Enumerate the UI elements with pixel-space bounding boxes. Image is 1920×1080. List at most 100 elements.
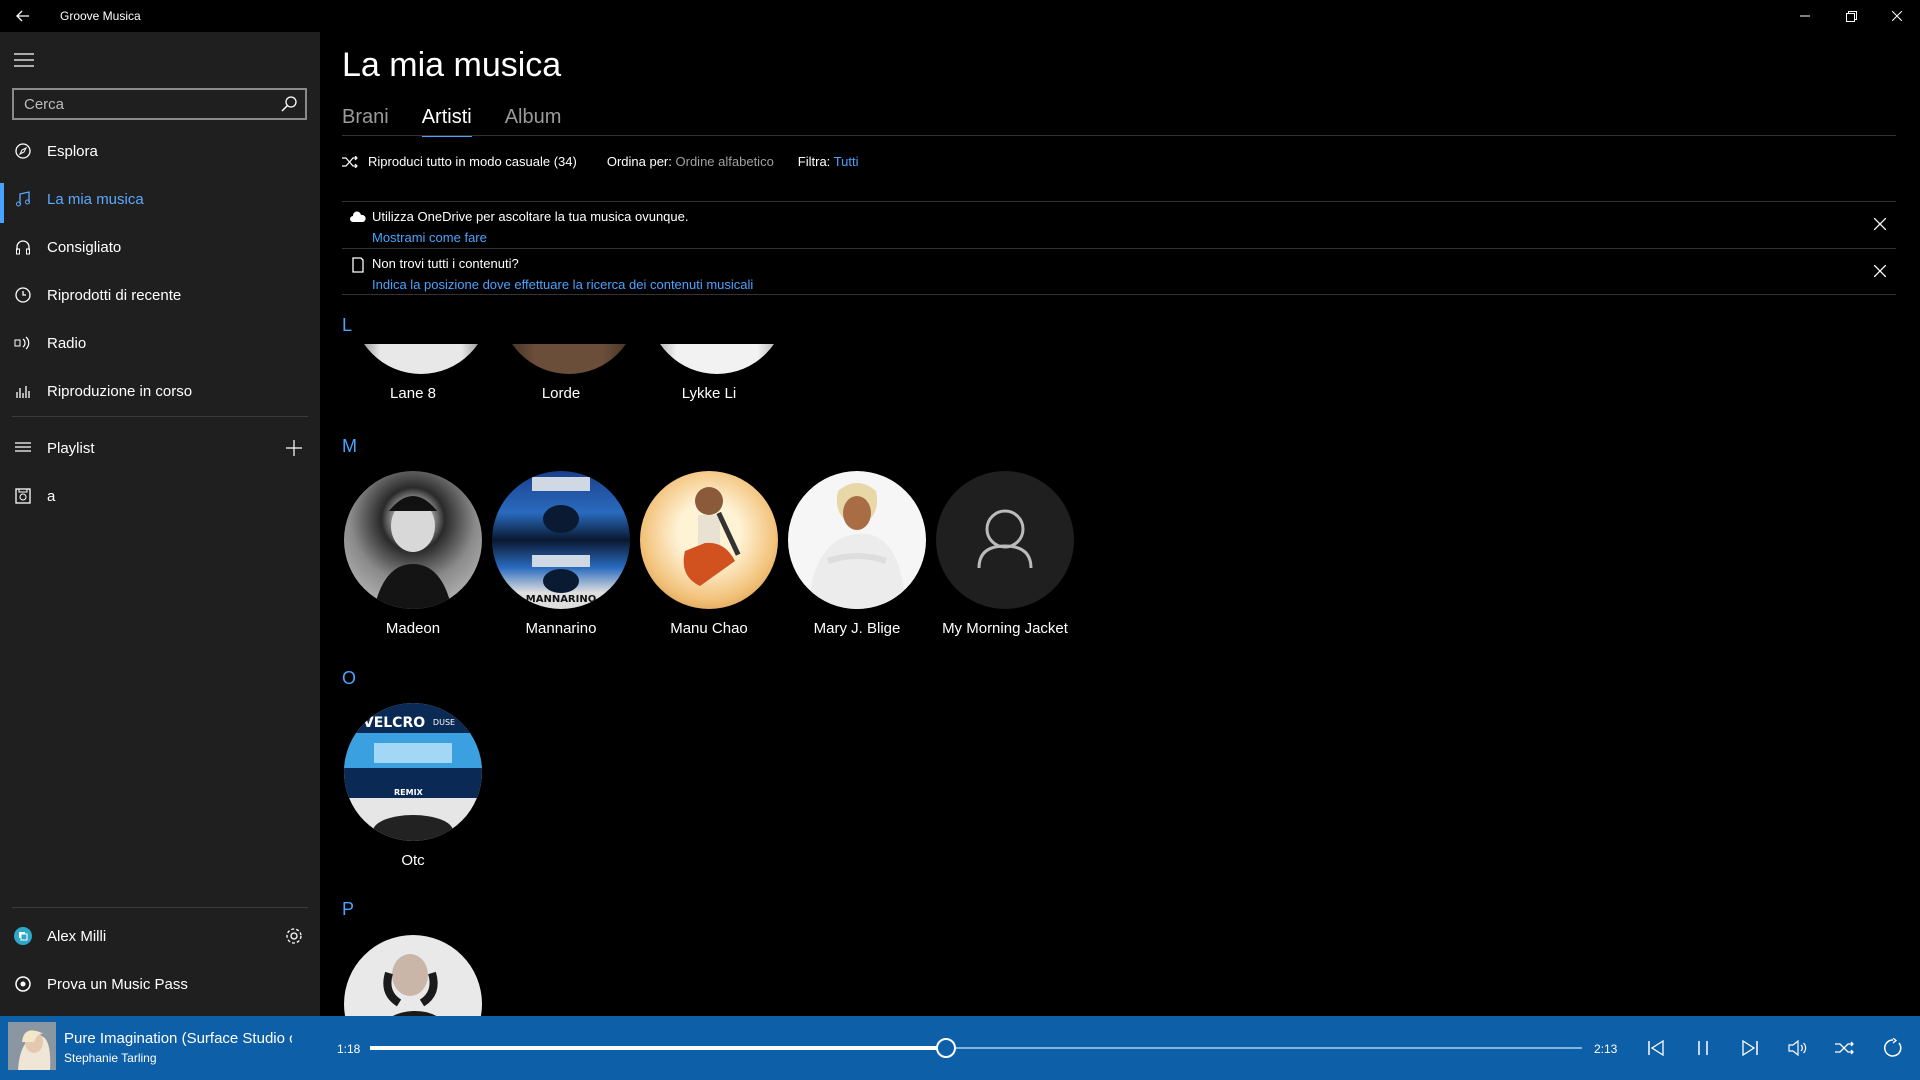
- artist-tile-manu-chao[interactable]: Manu Chao: [638, 471, 780, 637]
- close-window-button[interactable]: [1874, 0, 1920, 32]
- close-icon: [1874, 218, 1886, 230]
- track-title[interactable]: Pure Imagination (Surface Studio c: [64, 1030, 292, 1047]
- filter-dropdown[interactable]: Filtra: Tutti: [798, 154, 859, 169]
- seek-bar-handle[interactable]: [935, 1038, 956, 1058]
- notice-text: Utilizza OneDrive per ascoltare la tua m…: [372, 209, 689, 224]
- filter-value: Tutti: [833, 154, 859, 169]
- artist-photo[interactable]: [500, 344, 638, 374]
- sidebar-item-label: Consigliato: [47, 238, 122, 256]
- now-playing-artwork[interactable]: [8, 1022, 56, 1070]
- notice-link[interactable]: Indica la posizione dove effettuare la r…: [372, 277, 753, 292]
- album-art-text: MANNARINO: [526, 594, 596, 605]
- close-icon: [1892, 11, 1902, 21]
- sidebar-item-riproduzione-in-corso[interactable]: Riproduzione in corso: [0, 367, 320, 415]
- total-time: 2:13: [1594, 1042, 1618, 1056]
- track-artist[interactable]: Stephanie Tarling: [64, 1051, 157, 1065]
- shuffle-icon: [1835, 1041, 1854, 1055]
- tab-album[interactable]: Album: [505, 106, 562, 135]
- artist-tile-lykke-li[interactable]: Lykke Li: [638, 385, 780, 402]
- onedrive-notice: Utilizza OneDrive per ascoltare la tua m…: [342, 201, 1896, 248]
- playlist-item-icon: [0, 472, 46, 520]
- sort-value: Ordine alfabetico: [675, 154, 774, 169]
- radio-icon: [0, 319, 46, 367]
- previous-button[interactable]: [1644, 1036, 1668, 1060]
- user-account[interactable]: Alex Milli: [0, 912, 320, 960]
- artist-photo[interactable]: [352, 344, 490, 374]
- dismiss-notice-button[interactable]: [1868, 212, 1892, 236]
- page-title: La mia musica: [342, 46, 562, 84]
- music-pass-icon: [0, 960, 46, 1008]
- title-bar: Groove Musica: [0, 0, 1920, 32]
- pause-button[interactable]: [1691, 1036, 1715, 1060]
- sidebar-item-riprodotti-di-recente[interactable]: Riprodotti di recente: [0, 271, 320, 319]
- sort-dropdown[interactable]: Ordina per: Ordine alfabetico: [607, 154, 774, 169]
- artist-tile-mary-j-blige[interactable]: Mary J. Blige: [786, 471, 928, 637]
- settings-button[interactable]: [282, 924, 306, 948]
- filter-label: Filtra:: [797, 154, 831, 169]
- group-header-p[interactable]: P: [342, 899, 354, 920]
- command-bar: Riproduci tutto in modo casuale (34) Ord…: [342, 154, 859, 169]
- shuffle-button[interactable]: [1833, 1036, 1857, 1060]
- artist-tile-mannarino[interactable]: MANNARINO Mannarino: [490, 471, 632, 637]
- restore-button[interactable]: [1828, 0, 1874, 32]
- artist-tile-otc[interactable]: VELCRO DUSE REMIX Otc: [342, 703, 484, 869]
- artist-name: My Morning Jacket: [942, 620, 1068, 637]
- tab-artisti[interactable]: Artisti: [421, 106, 472, 137]
- artist-tile-lorde[interactable]: Lorde: [490, 385, 632, 402]
- artist-name: Lykke Li: [681, 385, 737, 402]
- artist-name: Lane 8: [390, 385, 436, 402]
- artist-tile-lane-8[interactable]: Lane 8: [342, 385, 484, 402]
- album-art-text: VELCRO: [363, 715, 425, 731]
- missing-content-notice: Non trovi tutti i contenuti? Indica la p…: [342, 248, 1896, 295]
- sidebar-item-consigliato[interactable]: Consigliato: [0, 223, 320, 271]
- artist-name: Madeon: [385, 620, 441, 637]
- minimize-button[interactable]: [1782, 0, 1828, 32]
- tab-brani[interactable]: Brani: [342, 106, 389, 135]
- repeat-button[interactable]: [1881, 1036, 1905, 1060]
- hamburger-menu-button[interactable]: [12, 48, 36, 72]
- notice-link[interactable]: Mostrami come fare: [372, 230, 487, 245]
- group-header-l[interactable]: L: [342, 315, 352, 336]
- sidebar-item-esplora[interactable]: Esplora: [0, 127, 320, 175]
- tab-bar: Brani Artisti Album: [342, 106, 594, 137]
- artist-tile-my-morning-jacket[interactable]: My Morning Jacket: [934, 471, 1076, 637]
- artist-photo[interactable]: [648, 344, 786, 374]
- notice-text: Non trovi tutti i contenuti?: [372, 256, 519, 271]
- volume-button[interactable]: [1786, 1036, 1810, 1060]
- sidebar-item-playlist[interactable]: Playlist: [0, 424, 320, 472]
- sidebar-item-la-mia-musica[interactable]: La mia musica: [0, 175, 320, 223]
- music-pass-link[interactable]: Prova un Music Pass: [0, 960, 320, 1008]
- shuffle-icon: [342, 155, 358, 168]
- group-header-m[interactable]: M: [342, 436, 357, 457]
- notices-divider: [342, 294, 1896, 295]
- current-time: 1:18: [337, 1042, 361, 1056]
- search-button[interactable]: [273, 90, 305, 118]
- shuffle-all-button[interactable]: Riproduci tutto in modo casuale (34): [342, 154, 577, 169]
- separator: [12, 416, 308, 417]
- dismiss-notice-button[interactable]: [1868, 259, 1892, 283]
- sidebar-item-radio[interactable]: Radio: [0, 319, 320, 367]
- next-button[interactable]: [1738, 1036, 1762, 1060]
- artist-tile-p[interactable]: [342, 935, 484, 1016]
- add-playlist-button[interactable]: [282, 436, 306, 460]
- artist-name: Otc: [401, 852, 425, 869]
- artist-placeholder: [936, 471, 1074, 609]
- artist-tile-madeon[interactable]: Madeon: [342, 471, 484, 637]
- group-header-o[interactable]: O: [342, 668, 356, 689]
- artist-name: Manu Chao: [670, 620, 748, 637]
- sidebar-item-label: La mia musica: [47, 190, 144, 208]
- document-icon: [352, 257, 364, 273]
- avatar: [0, 912, 46, 960]
- explore-icon: [0, 127, 46, 175]
- album-art-text: REMIX: [394, 788, 424, 797]
- sidebar-item-label: a: [47, 487, 56, 505]
- search-box[interactable]: [12, 88, 307, 120]
- minimize-icon: [1800, 15, 1810, 17]
- sidebar: Esplora La mia musica Consigliato Riprod…: [0, 32, 320, 1016]
- pause-icon: [1698, 1041, 1708, 1055]
- search-input[interactable]: [14, 95, 273, 113]
- seek-bar-progress: [370, 1046, 946, 1050]
- sidebar-item-playlist-a[interactable]: a: [0, 472, 320, 520]
- back-button[interactable]: [0, 0, 46, 32]
- separator: [12, 907, 308, 908]
